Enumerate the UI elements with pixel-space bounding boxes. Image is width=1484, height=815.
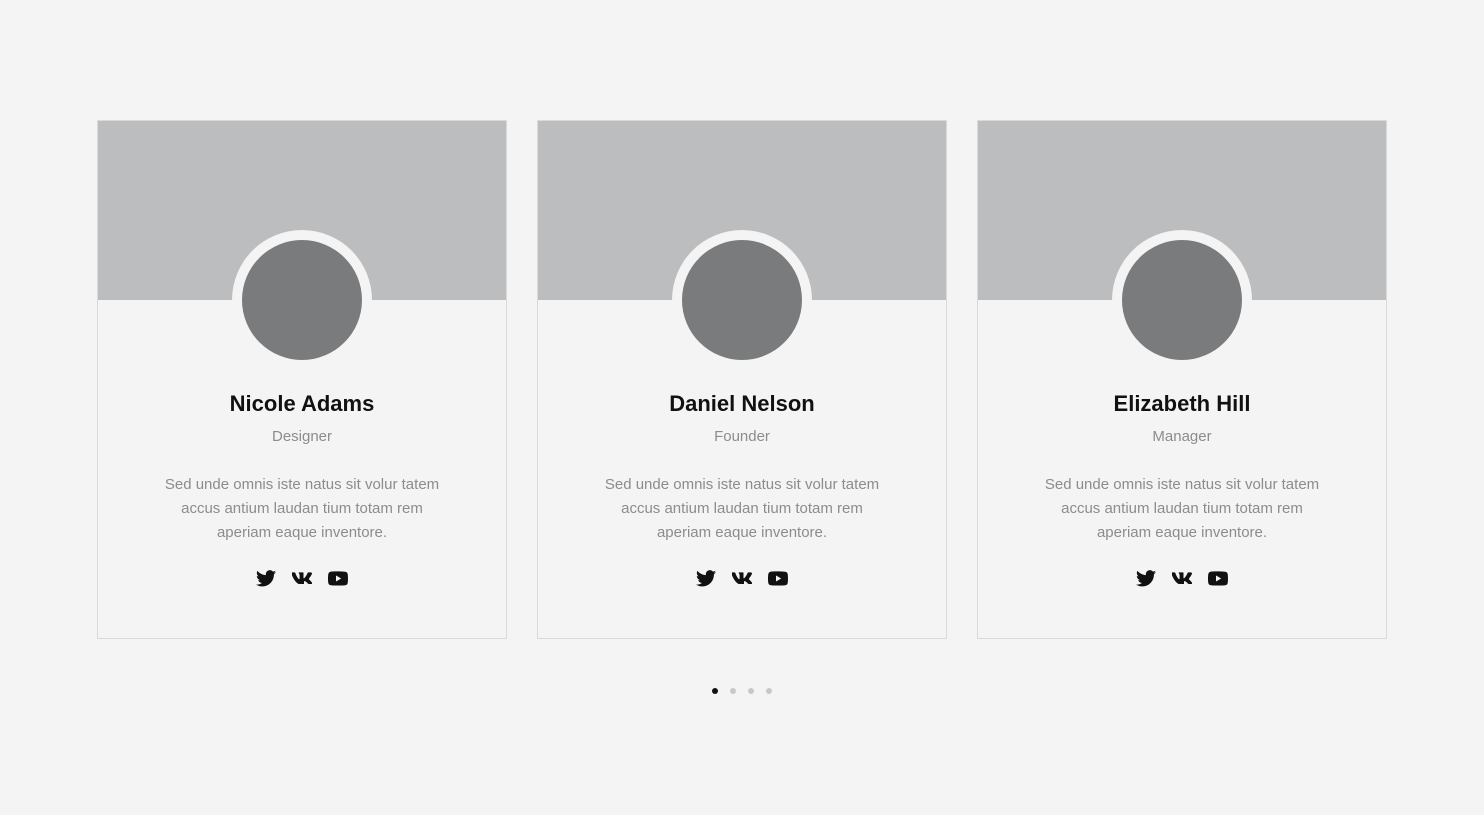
- card-description: Sed unde omnis iste natus sit volur tate…: [164, 476, 440, 541]
- vk-icon[interactable]: [292, 568, 312, 588]
- team-carousel: Nicole Adams Designer Sed unde omnis ist…: [0, 0, 1484, 815]
- youtube-icon[interactable]: [328, 568, 348, 588]
- social-links: [98, 568, 506, 588]
- vk-icon[interactable]: [732, 568, 752, 588]
- team-card-elizabeth-hill: Elizabeth Hill Manager Sed unde omnis is…: [977, 120, 1387, 639]
- team-cards: Nicole Adams Designer Sed unde omnis ist…: [97, 120, 1387, 639]
- carousel-pagination: [0, 688, 1484, 694]
- social-links: [538, 568, 946, 588]
- avatar: [1122, 240, 1242, 360]
- avatar-ring: [232, 230, 372, 370]
- card-name: Nicole Adams: [229, 391, 375, 416]
- avatar: [242, 240, 362, 360]
- youtube-icon[interactable]: [768, 568, 788, 588]
- avatar-ring: [672, 230, 812, 370]
- pagination-dot-1[interactable]: [712, 688, 718, 694]
- pagination-dot-3[interactable]: [748, 688, 754, 694]
- card-name: Elizabeth Hill: [1113, 391, 1251, 416]
- team-card-nicole-adams: Nicole Adams Designer Sed unde omnis ist…: [97, 120, 507, 639]
- card-description: Sed unde omnis iste natus sit volur tate…: [604, 476, 880, 541]
- social-links: [978, 568, 1386, 588]
- vk-icon[interactable]: [1172, 568, 1192, 588]
- pagination-dot-4[interactable]: [766, 688, 772, 694]
- twitter-icon[interactable]: [696, 568, 716, 588]
- pagination-dot-2[interactable]: [730, 688, 736, 694]
- card-role: Founder: [714, 428, 770, 445]
- team-card-daniel-nelson: Daniel Nelson Founder Sed unde omnis ist…: [537, 120, 947, 639]
- card-name: Daniel Nelson: [669, 391, 815, 416]
- card-role: Designer: [271, 428, 333, 445]
- avatar: [682, 240, 802, 360]
- youtube-icon[interactable]: [1208, 568, 1228, 588]
- avatar-ring: [1112, 230, 1252, 370]
- twitter-icon[interactable]: [256, 568, 276, 588]
- twitter-icon[interactable]: [1136, 568, 1156, 588]
- card-description: Sed unde omnis iste natus sit volur tate…: [1044, 476, 1320, 541]
- card-role: Manager: [1152, 428, 1212, 445]
